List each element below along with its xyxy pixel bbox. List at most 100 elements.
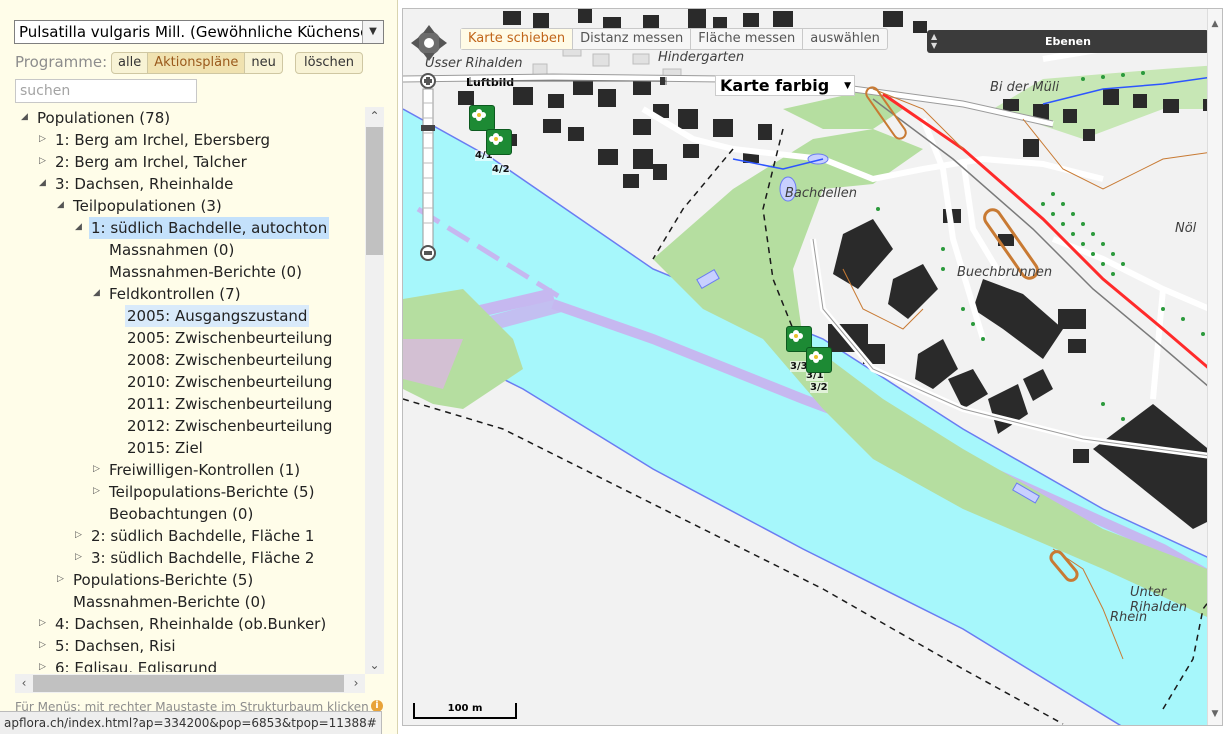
species-select-value: Pulsatilla vulgaris Mill. (Gewöhnliche K…: [19, 23, 369, 41]
expanded-toggle-icon[interactable]: ◢: [57, 195, 67, 217]
scale-bar: 100 m: [413, 703, 517, 719]
tree-node[interactable]: 2: Berg am Irchel, Talcher: [53, 151, 249, 173]
scrollbar-thumb[interactable]: [33, 675, 344, 692]
aerial-opacity-row: Luftbild: [466, 76, 667, 89]
programme-label: Programme:: [15, 53, 108, 71]
pan-control[interactable]: [410, 24, 448, 62]
chevron-down-icon[interactable]: ▼: [362, 21, 383, 43]
tree-node[interactable]: Massnahmen-Berichte (0): [107, 261, 304, 283]
scroll-up-icon[interactable]: ▲: [1208, 19, 1222, 29]
tree-node[interactable]: Massnahmen-Berichte (0): [71, 591, 268, 613]
tree-node[interactable]: Populationen (78): [35, 107, 172, 129]
tree-node[interactable]: Freiwilligen-Kontrollen (1): [107, 459, 302, 481]
programme-filter: alle Aktionspläne neu: [111, 52, 283, 74]
map-scrollbar[interactable]: ▲ ▼: [1207, 9, 1222, 725]
expanded-toggle-icon[interactable]: ◢: [75, 217, 85, 239]
tree-node[interactable]: 2015: Ziel: [125, 437, 205, 459]
base-map-select[interactable]: Karte farbig ▼: [715, 75, 855, 96]
programme-new-button[interactable]: neu: [245, 53, 281, 73]
tree-node[interactable]: 4: Dachsen, Rheinhalde (ob.Bunker): [53, 613, 328, 635]
place-label: Rhein: [1110, 610, 1148, 625]
flower-icon: [489, 133, 503, 145]
population-marker[interactable]: [469, 105, 495, 131]
tree-node[interactable]: Beobachtungen (0): [107, 503, 255, 525]
place-label: Nöl: [1175, 221, 1197, 236]
collapsed-toggle-icon[interactable]: ▷: [93, 459, 103, 481]
flower-icon: [472, 109, 486, 121]
tree-horizontal-scrollbar[interactable]: ‹ ›: [15, 674, 365, 693]
updown-icon: ▲ ▼: [931, 32, 938, 50]
tree-node[interactable]: 3: Dachsen, Rheinhalde: [53, 173, 235, 195]
expanded-toggle-icon[interactable]: ◢: [39, 173, 49, 195]
tree-node[interactable]: 2011: Zwischenbeurteilung: [125, 393, 334, 415]
collapsed-toggle-icon[interactable]: ▷: [39, 129, 49, 151]
select-button[interactable]: auswählen: [803, 29, 887, 49]
tree-node[interactable]: 2012: Zwischenbeurteilung: [125, 415, 334, 437]
scroll-left-icon[interactable]: ‹: [15, 674, 33, 693]
marker-label: 4/2: [492, 164, 510, 175]
collapsed-toggle-icon[interactable]: ▷: [57, 569, 67, 591]
measure-area-button[interactable]: Fläche messen: [691, 29, 804, 49]
place-label: Buechbrunnen: [957, 265, 1053, 280]
tree-node[interactable]: 2: südlich Bachdelle, Fläche 1: [89, 525, 316, 547]
expanded-toggle-icon[interactable]: ◢: [93, 283, 103, 305]
scroll-right-icon[interactable]: ›: [347, 674, 365, 693]
population-marker[interactable]: [486, 129, 512, 155]
place-label: Bi der Müli: [990, 80, 1060, 95]
clear-button[interactable]: löschen: [295, 52, 363, 74]
collapsed-toggle-icon[interactable]: ▷: [39, 613, 49, 635]
base-map-select-value: Karte farbig: [720, 76, 830, 95]
species-select[interactable]: Pulsatilla vulgaris Mill. (Gewöhnliche K…: [14, 20, 384, 44]
marker-label: 3/2: [810, 382, 828, 393]
tree-node[interactable]: 1: südlich Bachdelle, autochton: [89, 217, 330, 239]
measure-distance-button[interactable]: Distanz messen: [573, 29, 692, 49]
search-input[interactable]: suchen: [15, 79, 197, 103]
map-toolbar: Karte schieben Distanz messen Fläche mes…: [460, 28, 888, 50]
zoom-slider-graphic[interactable]: [420, 73, 436, 261]
flower-icon: [809, 351, 823, 363]
map-view[interactable]: Usser Rihalden Hindergarten Bi der Müli …: [402, 8, 1223, 726]
place-label: Hindergarten: [658, 50, 745, 65]
collapsed-toggle-icon[interactable]: ▷: [75, 525, 85, 547]
tree-node[interactable]: 6: Eglisau, Eglisgrund: [53, 657, 219, 672]
collapsed-toggle-icon[interactable]: ▷: [93, 481, 103, 503]
expanded-toggle-icon[interactable]: ◢: [21, 107, 31, 129]
programme-aktionsplaene-button[interactable]: Aktionspläne: [148, 53, 246, 73]
tree-node[interactable]: 5: Dachsen, Risi: [53, 635, 178, 657]
scroll-up-icon[interactable]: ⌃: [365, 107, 384, 125]
pan-map-button[interactable]: Karte schieben: [461, 29, 574, 49]
sidebar: Pulsatilla vulgaris Mill. (Gewöhnliche K…: [0, 0, 398, 734]
tree-node[interactable]: 3: südlich Bachdelle, Fläche 2: [89, 547, 316, 569]
tree-node[interactable]: Teilpopulations-Berichte (5): [107, 481, 316, 503]
pan-arrows-icon[interactable]: [410, 24, 448, 62]
scroll-down-icon[interactable]: ▼: [1208, 709, 1222, 719]
programme-all-button[interactable]: alle: [112, 53, 149, 73]
chevron-down-icon[interactable]: ▼: [844, 76, 851, 96]
population-marker[interactable]: [806, 347, 832, 373]
status-url: apflora.ch/index.html?ap=334200&pop=6853…: [0, 711, 382, 734]
layers-button[interactable]: ▲ ▼ Ebenen: [927, 30, 1209, 53]
opacity-slider[interactable]: [468, 76, 668, 86]
place-label: Bachdellen: [785, 186, 857, 201]
tree-node[interactable]: 2005: Zwischenbeurteilung: [125, 327, 334, 349]
tree-vertical-scrollbar[interactable]: ⌃ ⌄: [365, 107, 384, 674]
tree-node[interactable]: Teilpopulationen (3): [71, 195, 224, 217]
tree-node[interactable]: 1: Berg am Irchel, Ebersberg: [53, 129, 272, 151]
tree-node[interactable]: 2008: Zwischenbeurteilung: [125, 349, 334, 371]
marker-label: 3/3: [790, 361, 808, 372]
tree-node[interactable]: Populations-Berichte (5): [71, 569, 255, 591]
tree-node[interactable]: 2010: Zwischenbeurteilung: [125, 371, 334, 393]
structure-tree: ◢ Populationen (78) ▷ 1: Berg am Irchel, Eb…: [0, 107, 365, 672]
flower-icon: [789, 330, 803, 342]
collapsed-toggle-icon[interactable]: ▷: [39, 657, 49, 672]
collapsed-toggle-icon[interactable]: ▷: [39, 151, 49, 173]
collapsed-toggle-icon[interactable]: ▷: [75, 547, 85, 569]
layers-label: Ebenen: [1045, 35, 1091, 48]
tree-node[interactable]: Feldkontrollen (7): [107, 283, 243, 305]
tree-node[interactable]: 2005: Ausgangszustand: [125, 305, 310, 327]
scroll-down-icon[interactable]: ⌄: [365, 656, 384, 674]
scrollbar-thumb[interactable]: [366, 127, 383, 255]
zoom-slider[interactable]: [420, 73, 436, 261]
tree-node[interactable]: Massnahmen (0): [107, 239, 236, 261]
collapsed-toggle-icon[interactable]: ▷: [39, 635, 49, 657]
